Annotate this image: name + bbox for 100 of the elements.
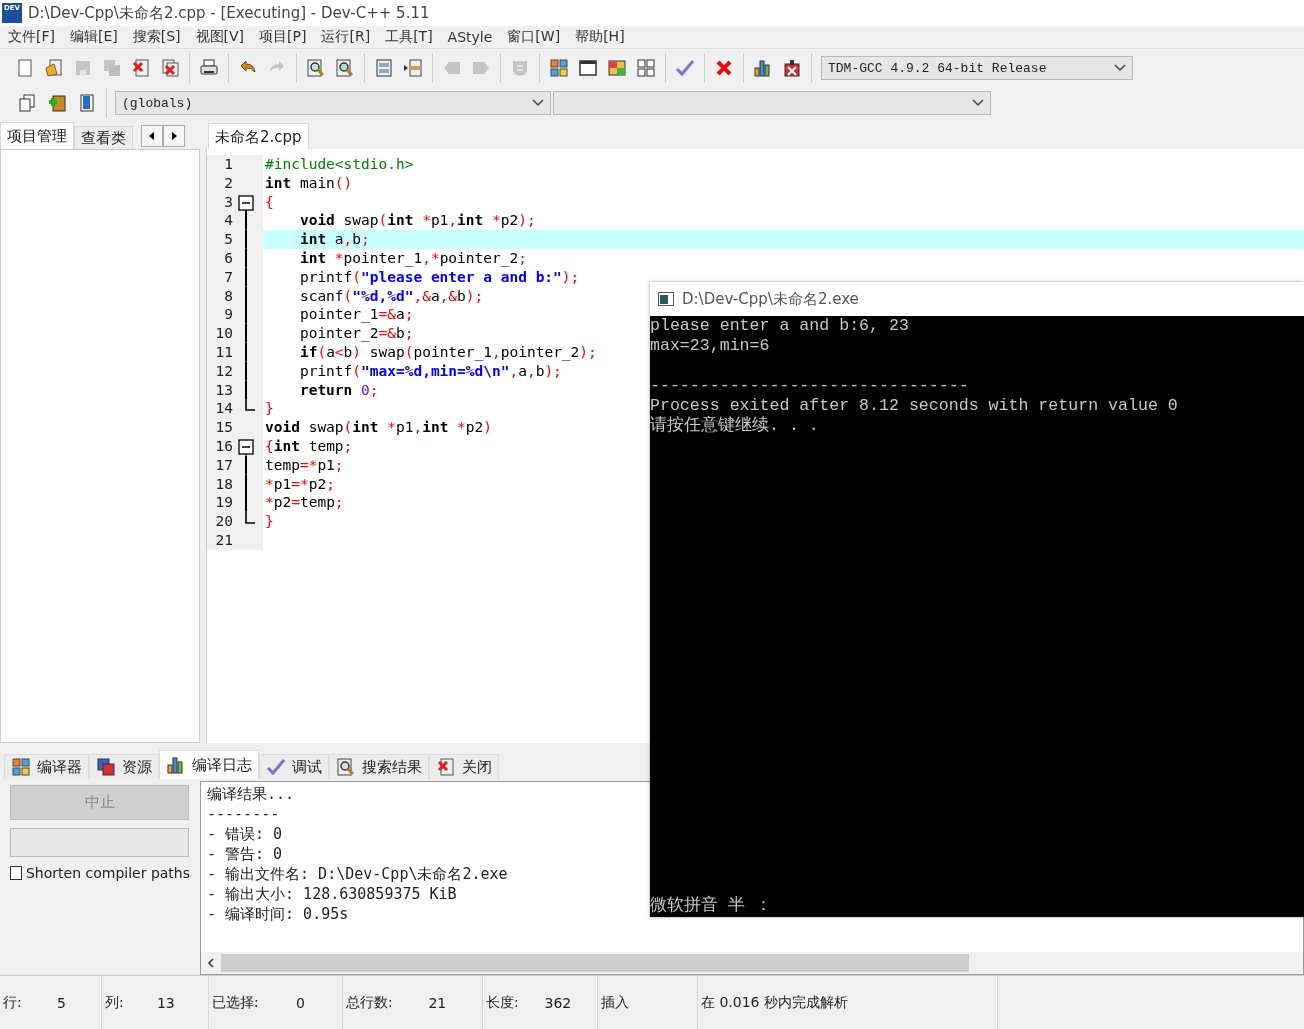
checkbox[interactable] xyxy=(10,866,22,880)
code-line: int main() xyxy=(265,173,353,193)
menu-item[interactable]: 视图[V] xyxy=(189,28,254,46)
file-tab[interactable]: 未命名2.cpp xyxy=(208,123,309,150)
ime-status: 微软拼音 半 ： xyxy=(650,895,773,917)
caret-icon[interactable] xyxy=(1114,64,1126,72)
code-line: *p2=temp; xyxy=(265,493,344,513)
status-label: 在 0.016 秒内完成解析 xyxy=(701,993,848,1012)
status-label: 总行数: xyxy=(346,993,393,1012)
book-icon[interactable] xyxy=(77,93,97,113)
line-number: 2 xyxy=(223,173,233,193)
scroll-left-icon[interactable] xyxy=(205,957,217,969)
compiler-dropdown[interactable]: TDM-GCC 4.9.2 64-bit Release xyxy=(821,56,1133,80)
page-magnifier-icon[interactable] xyxy=(335,58,355,78)
code-line: { xyxy=(265,192,274,212)
line-number: 17 xyxy=(214,455,233,475)
log-line: -------- xyxy=(207,804,280,824)
panel-tab[interactable]: 查看类 xyxy=(74,126,133,149)
code-line: pointer_2=&b; xyxy=(298,324,414,343)
panel-tab[interactable]: 调试 xyxy=(259,754,329,779)
panel-tab[interactable]: 项目管理 xyxy=(0,122,74,149)
panel-tab[interactable]: 资源 xyxy=(89,754,159,779)
line-number: 3 xyxy=(223,192,233,212)
line-number: 14 xyxy=(214,399,233,419)
code-line: if(a<b) swap(pointer_1,pointer_2); xyxy=(298,342,597,362)
line-number: 18 xyxy=(214,474,233,494)
scrollbar-thumb[interactable] xyxy=(221,954,969,972)
chart-cross-icon[interactable] xyxy=(782,58,802,78)
code-line: } xyxy=(265,399,274,419)
code-line: scanf("%d,%d",&a,&b); xyxy=(298,286,484,306)
page-cross-icon[interactable] xyxy=(131,58,151,78)
line-number: 11 xyxy=(214,342,233,362)
menu-item[interactable]: AStyle xyxy=(441,29,502,45)
line-number: 12 xyxy=(214,361,233,381)
search-icon[interactable] xyxy=(306,58,326,78)
status-label: 列: xyxy=(105,993,124,1012)
panel-tab[interactable]: 搜索结果 xyxy=(329,754,429,779)
checkbox-label: Shorten compiler paths xyxy=(26,865,190,881)
status-label: 长度: xyxy=(486,993,519,1012)
folder-page-icon[interactable] xyxy=(44,58,64,78)
menu-item[interactable]: 工具[T] xyxy=(379,28,442,46)
line-number: 9 xyxy=(223,305,233,325)
menu-item[interactable]: 编辑[E] xyxy=(64,28,127,46)
menu-item[interactable]: 窗口[W] xyxy=(501,28,570,46)
color-grid-icon[interactable] xyxy=(549,58,569,78)
collapse-icon[interactable] xyxy=(238,194,254,212)
add-file-icon[interactable] xyxy=(47,93,67,113)
printer-icon[interactable] xyxy=(199,58,219,78)
console-icon xyxy=(658,292,674,306)
menu-item[interactable]: 文件[F] xyxy=(2,28,64,46)
menu-item[interactable]: 帮助[H] xyxy=(569,28,634,46)
code-line: void swap(int *p1,int *p2); xyxy=(298,211,536,231)
arrow-panel-icon[interactable] xyxy=(403,58,423,78)
line-number: 20 xyxy=(214,512,233,531)
list-panel-icon[interactable] xyxy=(374,58,394,78)
log-line: 编译结果... xyxy=(207,784,295,804)
fold-end-icon xyxy=(245,399,255,412)
code-line: #include<stdio.h> xyxy=(265,155,414,174)
console-line: 请按任意键继续. . . xyxy=(650,416,820,436)
caret-icon[interactable] xyxy=(532,99,544,107)
window-icon[interactable] xyxy=(578,58,598,78)
color-grid-icon xyxy=(11,757,31,777)
scope-dropdown[interactable]: (globals) xyxy=(115,91,551,115)
status-value: 21 xyxy=(428,994,447,1011)
code-line: void swap(int *p1,int *p2) xyxy=(265,418,493,437)
collapse-icon[interactable] xyxy=(238,438,254,456)
log-line: - 警告: 0 xyxy=(207,844,283,864)
status-value: 13 xyxy=(156,994,175,1011)
document-icon[interactable] xyxy=(17,93,37,113)
grid-icon[interactable] xyxy=(636,58,656,78)
check-icon[interactable] xyxy=(675,58,695,78)
panel-tab[interactable]: 编译器 xyxy=(4,754,89,779)
caret-icon[interactable] xyxy=(972,99,984,107)
menu-item[interactable]: 运行[R] xyxy=(315,28,380,46)
code-line: int a,b; xyxy=(298,230,370,249)
status-label: 已选择: xyxy=(212,993,259,1012)
code-line: *p1=*p2; xyxy=(265,474,335,494)
page-icon[interactable] xyxy=(15,58,35,78)
console-title: D:\Dev-Cpp\未命名2.exe xyxy=(682,289,859,309)
line-number: 10 xyxy=(214,324,233,343)
panel-tab[interactable]: 编译日志 xyxy=(159,750,259,779)
pages-cross-icon[interactable] xyxy=(160,58,180,78)
code-line: int *pointer_1,*pointer_2; xyxy=(298,249,527,268)
log-line: - 输出大小: 128.630859375 KiB xyxy=(207,884,457,904)
line-number: 15 xyxy=(214,418,233,437)
panel-tab[interactable]: 关闭 xyxy=(429,754,499,779)
code-line: printf("please enter a and b:"); xyxy=(298,267,580,287)
log-line: - 错误: 0 xyxy=(207,824,283,844)
code-line: temp=*p1; xyxy=(265,455,344,475)
line-number: 1 xyxy=(223,155,233,174)
scroll-left-icon[interactable] xyxy=(141,125,163,147)
menu-item[interactable]: 搜索[S] xyxy=(126,28,190,46)
line-number: 7 xyxy=(223,267,233,287)
palette-icon[interactable] xyxy=(607,58,627,78)
bar-chart-icon[interactable] xyxy=(753,58,773,78)
cross-icon[interactable] xyxy=(714,58,734,78)
line-number: 6 xyxy=(223,249,233,268)
line-number: 5 xyxy=(223,230,233,249)
menu-item[interactable]: 项目[P] xyxy=(253,28,316,46)
scroll-right-icon[interactable] xyxy=(163,125,185,147)
